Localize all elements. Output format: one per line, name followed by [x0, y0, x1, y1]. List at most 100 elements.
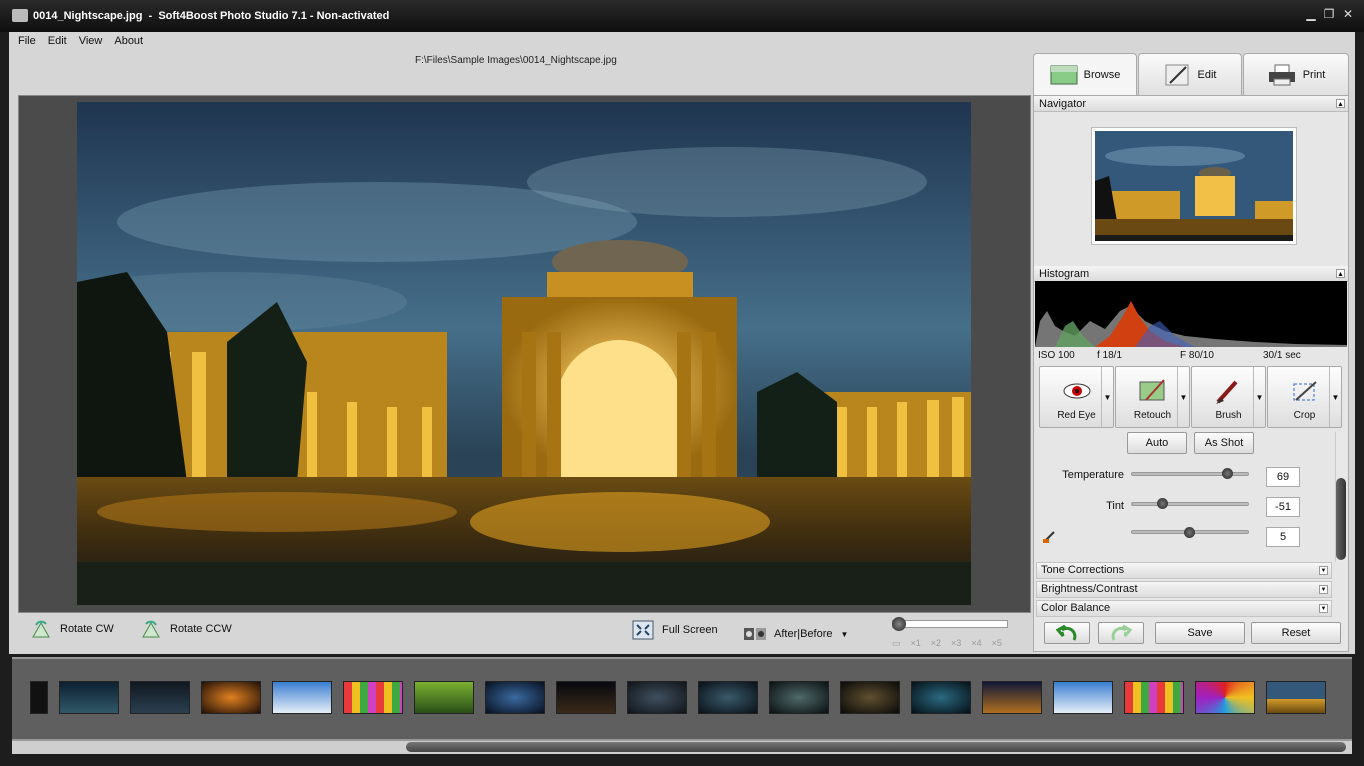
zoom-mark: ×3 [951, 638, 962, 648]
film-thumbnail[interactable] [130, 681, 190, 714]
panel-scrollbar-thumb[interactable] [1336, 478, 1346, 560]
film-thumbnail[interactable] [556, 681, 616, 714]
tint-label: Tint [1106, 500, 1124, 512]
chevron-down-icon[interactable]: ▼ [1177, 367, 1189, 427]
title-bar: 0014_Nightscape.jpg - Soft4Boost Photo S… [0, 0, 1364, 32]
section-tone-corrections[interactable]: Tone Corrections ▼ [1036, 562, 1332, 579]
tab-browse[interactable]: Browse [1033, 53, 1137, 95]
film-thumbnail[interactable] [769, 681, 829, 714]
tab-print[interactable]: Print [1243, 53, 1349, 95]
collapse-icon[interactable]: ▲ [1336, 99, 1345, 108]
menu-edit[interactable]: Edit [48, 35, 67, 51]
zoom-slider[interactable] [892, 620, 1008, 628]
tint-slider-thumb[interactable] [1157, 498, 1168, 509]
full-screen-label: Full Screen [662, 624, 718, 636]
retouch-button[interactable]: Retouch ▼ [1115, 366, 1190, 428]
navigator-title: Navigator [1039, 98, 1087, 110]
chevron-down-icon[interactable]: ▼ [1319, 585, 1328, 594]
film-thumbnail[interactable] [59, 681, 119, 714]
film-thumbnail[interactable] [840, 681, 900, 714]
collapse-icon[interactable]: ▲ [1336, 269, 1345, 278]
eyedropper-icon[interactable] [1042, 530, 1058, 544]
temperature-value[interactable]: 69 [1266, 467, 1300, 487]
minimize-icon[interactable]: ▁ [1303, 7, 1319, 21]
zoom-fit-icon: ▭ [892, 638, 901, 648]
after-before-label: After|Before [774, 628, 833, 640]
section-label: Tone Corrections [1041, 564, 1125, 576]
film-thumbnail[interactable] [1266, 681, 1326, 714]
film-thumbnail[interactable] [343, 681, 403, 714]
red-eye-label: Red Eye [1057, 410, 1096, 421]
red-eye-icon [1063, 383, 1090, 399]
film-thumbnail[interactable] [1124, 681, 1184, 714]
reset-button[interactable]: Reset [1251, 622, 1341, 644]
full-screen-button[interactable]: Full Screen [632, 620, 718, 640]
redo-icon [1111, 624, 1132, 641]
app-icon [12, 9, 28, 22]
after-before-button[interactable]: After|Before ▼ [744, 624, 848, 644]
main-photo[interactable] [77, 102, 971, 605]
section-label: Color Balance [1041, 602, 1111, 614]
film-thumbnail[interactable] [911, 681, 971, 714]
rotate-ccw-icon [142, 620, 160, 638]
zoom-mark: ×4 [971, 638, 982, 648]
film-thumbnail[interactable] [201, 681, 261, 714]
tint-slider[interactable] [1131, 502, 1249, 506]
histogram-header[interactable]: Histogram ▲ [1034, 266, 1348, 282]
brush-label: Brush [1215, 410, 1242, 421]
redo-button[interactable] [1098, 622, 1144, 644]
film-thumbnail[interactable] [414, 681, 474, 714]
film-thumbnail[interactable] [1195, 681, 1255, 714]
section-color-balance[interactable]: Color Balance ▼ [1036, 600, 1332, 617]
chevron-down-icon[interactable]: ▼ [1101, 367, 1113, 427]
film-thumbnail[interactable] [1053, 681, 1113, 714]
film-thumbnail[interactable] [982, 681, 1042, 714]
exif-aperture: F 80/10 [1180, 350, 1214, 361]
red-eye-button[interactable]: Red Eye ▼ [1039, 366, 1114, 428]
undo-button[interactable] [1044, 622, 1090, 644]
auto-button[interactable]: Auto [1127, 432, 1187, 454]
close-icon[interactable]: ✕ [1340, 7, 1356, 21]
color-value[interactable]: 5 [1266, 527, 1300, 547]
tab-edit[interactable]: Edit [1138, 53, 1242, 95]
mode-tabs: Browse Edit Print [1033, 53, 1349, 95]
menu-view[interactable]: View [79, 35, 103, 51]
film-thumbnail[interactable] [627, 681, 687, 714]
color-slider-thumb[interactable] [1184, 527, 1195, 538]
tint-value[interactable]: -51 [1266, 497, 1300, 517]
film-thumbnail[interactable] [698, 681, 758, 714]
rotate-cw-button[interactable]: Rotate CW [30, 619, 114, 639]
crop-label: Crop [1293, 410, 1316, 421]
tab-edit-label: Edit [1197, 68, 1217, 81]
rotate-ccw-button[interactable]: Rotate CCW [140, 619, 232, 639]
section-brightness-contrast[interactable]: Brightness/Contrast ▼ [1036, 581, 1332, 598]
edit-icon [1165, 64, 1189, 85]
after-before-dropdown-icon[interactable]: ▼ [841, 630, 849, 639]
chevron-down-icon[interactable]: ▼ [1319, 566, 1328, 575]
brush-icon [1215, 380, 1237, 404]
chevron-down-icon[interactable]: ▼ [1253, 367, 1265, 427]
exif-focal: f 18/1 [1097, 350, 1123, 361]
film-thumbnail[interactable] [485, 681, 545, 714]
menu-about[interactable]: About [114, 35, 143, 51]
save-button[interactable]: Save [1155, 622, 1245, 644]
film-thumbnail[interactable] [272, 681, 332, 714]
temperature-slider-thumb[interactable] [1222, 468, 1233, 479]
zoom-mark: ×2 [930, 638, 942, 648]
crop-button[interactable]: Crop ▼ [1267, 366, 1342, 428]
as-shot-button[interactable]: As Shot [1194, 432, 1254, 454]
menu-bar: File Edit View About [18, 35, 143, 51]
navigator-header[interactable]: Navigator ▲ [1034, 96, 1348, 112]
brush-button[interactable]: Brush ▼ [1191, 366, 1266, 428]
zoom-slider-thumb[interactable] [892, 617, 906, 631]
zoom-mark: ×1 [910, 638, 921, 648]
film-thumbnail[interactable] [30, 681, 48, 714]
restore-icon[interactable]: ❐ [1321, 7, 1337, 21]
filmstrip-scrollbar-thumb[interactable] [406, 742, 1346, 752]
chevron-down-icon[interactable]: ▼ [1329, 367, 1341, 427]
menu-file[interactable]: File [18, 35, 36, 51]
navigator-preview[interactable] [1091, 127, 1297, 245]
chevron-down-icon[interactable]: ▼ [1319, 604, 1328, 613]
exif-shutter: 30/1 sec [1263, 350, 1301, 361]
retouch-label: Retouch [1133, 410, 1172, 421]
